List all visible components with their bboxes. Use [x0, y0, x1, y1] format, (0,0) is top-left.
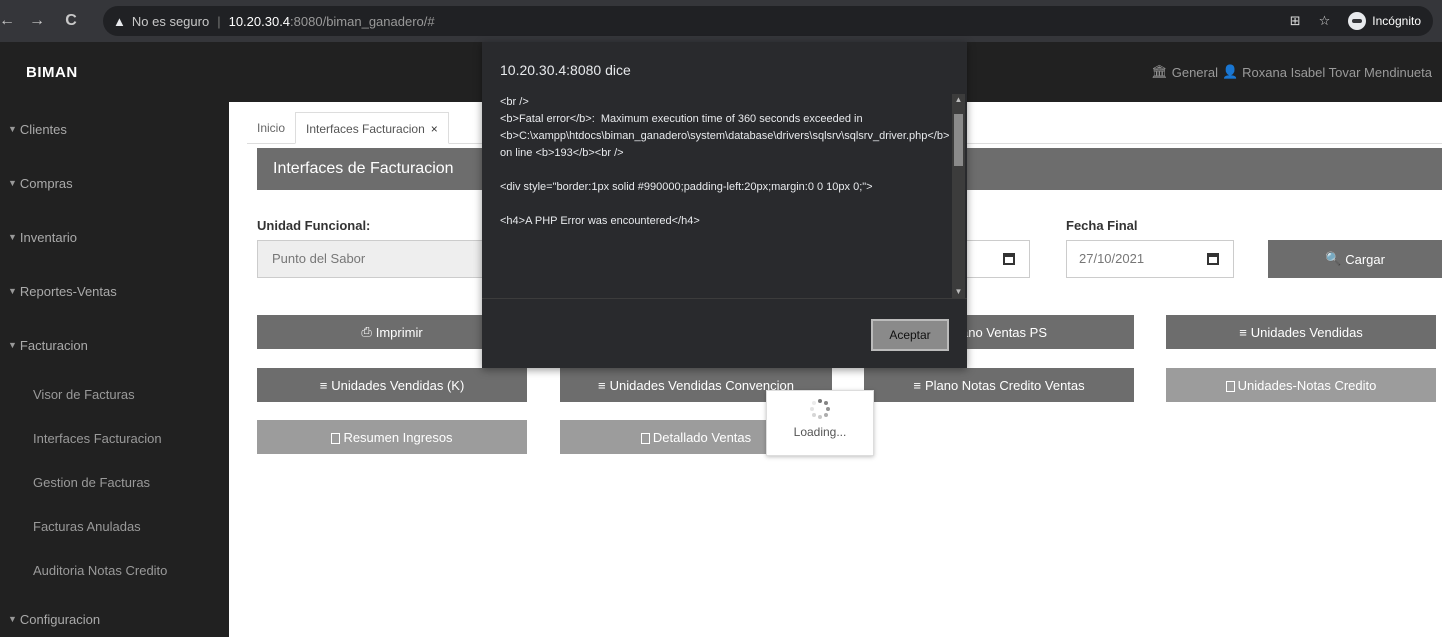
warning-icon: ▲	[113, 13, 126, 29]
sidebar-subitem-facturas-anuladas[interactable]: Facturas Anuladas	[0, 504, 229, 548]
list-icon: ≡	[913, 377, 921, 393]
calendar-icon[interactable]	[1003, 253, 1015, 265]
sidebar: ▼ Clientes ▼ Compras ▼ Inventario ▼ Reportes…	[0, 102, 229, 637]
resumen-ingresos-label: Resumen Ingresos	[343, 429, 453, 445]
caret-down-icon: ▼	[8, 232, 17, 242]
scrollbar-thumb[interactable]	[954, 114, 963, 166]
dialog-message-line: <br /> <b>Fatal error</b>: Maximum execu…	[500, 96, 950, 159]
plano-ventas-ps-label: ano Ventas PS	[960, 324, 1047, 340]
fecha-final-input[interactable]: 27/10/2021	[1066, 240, 1234, 278]
list-icon: ≡	[319, 377, 328, 393]
omnibox-actions: ⊞ ☆ Incógnito	[1290, 6, 1421, 36]
caret-down-icon: ▼	[8, 286, 17, 296]
sidebar-item-inventario[interactable]: ▼ Inventario	[0, 210, 229, 264]
dialog-message-line: <h4>A PHP Error was encountered</h4>	[500, 215, 700, 227]
incognito-label: Incógnito	[1372, 14, 1421, 28]
unidades-vendidas-k-button[interactable]: ≡ Unidades Vendidas (K)	[257, 368, 527, 402]
search-icon: 🔍	[1325, 251, 1342, 266]
sidebar-item-label: Clientes	[19, 121, 67, 137]
tab-inicio[interactable]: Inicio	[247, 112, 295, 143]
url-separator: |	[217, 13, 221, 29]
address-bar[interactable]: ▲ No es seguro | 10.20.30.4:8080/biman_g…	[103, 6, 1433, 36]
browser-toolbar: ← → C ▲ No es seguro | 10.20.30.4:8080/b…	[0, 0, 1442, 42]
dialog-scrollbar[interactable]: ▲ ▼	[952, 94, 965, 298]
sidebar-item-reportes-ventas[interactable]: ▼ Reportes-Ventas	[0, 264, 229, 318]
unidades-notas-credito-label: Unidades-Notas Credito	[1237, 377, 1377, 393]
unidad-funcional-label: Unidad Funcional:	[257, 218, 371, 233]
sidebar-subitem-gestion-facturas[interactable]: Gestion de Facturas	[0, 460, 229, 504]
loading-text: Loading...	[793, 425, 847, 439]
not-secure-label: No es seguro	[131, 13, 210, 29]
back-arrow-icon[interactable]: ←	[0, 12, 18, 30]
list-icon: ≡	[1239, 324, 1247, 340]
caret-down-icon: ▼	[8, 124, 17, 134]
incognito-icon	[1348, 12, 1367, 30]
bank-icon: 🏛	[1151, 64, 1168, 79]
aceptar-button[interactable]: Aceptar	[871, 319, 949, 351]
unidades-notas-credito-button[interactable]: Unidades-Notas Credito	[1166, 368, 1436, 402]
unidades-vendidas-k-label: Unidades Vendidas (K)	[331, 377, 465, 393]
unidades-vendidas-button[interactable]: ≡ Unidades Vendidas	[1166, 315, 1436, 349]
page-title: Interfaces de Facturacion	[273, 160, 454, 177]
sidebar-subitem-auditoria-notas[interactable]: Auditoria Notas Credito	[0, 548, 229, 592]
caret-down-icon: ▼	[8, 178, 17, 188]
spinner-icon	[810, 399, 830, 419]
cargar-button[interactable]: 🔍 Cargar	[1268, 240, 1442, 278]
unidad-funcional-select[interactable]: Punto del Sabor	[257, 240, 487, 278]
sidebar-item-compras[interactable]: ▼ Compras	[0, 156, 229, 210]
scroll-up-icon[interactable]: ▲	[952, 94, 965, 106]
fecha-final-value: 27/10/2021	[1079, 251, 1145, 266]
file-icon	[640, 432, 650, 444]
sidebar-item-label: Inventario	[19, 229, 78, 245]
caret-down-icon: ▼	[8, 614, 17, 624]
sidebar-item-label: Compras	[19, 175, 73, 191]
file-icon	[1225, 380, 1235, 392]
dialog-footer: Aceptar	[482, 298, 967, 368]
cargar-label: Cargar	[1345, 251, 1385, 267]
loading-indicator: Loading...	[766, 390, 874, 456]
translate-icon[interactable]: ⊞	[1290, 13, 1301, 29]
list-icon: ≡	[598, 377, 606, 393]
fecha-final-label: Fecha Final	[1066, 218, 1138, 233]
forward-arrow-icon[interactable]: →	[26, 12, 48, 30]
user-icon: 👤	[1221, 64, 1239, 79]
url-host: 10.20.30.4	[228, 13, 291, 29]
tab-label: Interfaces Facturacion	[306, 122, 425, 136]
sidebar-item-label: Facturacion	[19, 337, 88, 353]
resumen-ingresos-button[interactable]: Resumen Ingresos	[257, 420, 527, 454]
bookmark-star-icon[interactable]: ☆	[1319, 13, 1331, 29]
brand-logo[interactable]: BIMAN	[26, 64, 78, 81]
imprimir-label: Imprimir	[375, 324, 423, 340]
scroll-down-icon[interactable]: ▼	[952, 286, 965, 298]
reload-icon[interactable]: C	[60, 12, 82, 30]
sidebar-item-configuracion[interactable]: ▼ Configuracion	[0, 592, 229, 637]
calendar-icon[interactable]	[1207, 253, 1219, 265]
sidebar-item-clientes[interactable]: ▼ Clientes	[0, 102, 229, 156]
user-info[interactable]: 🏛 General 👤 Roxana Isabel Tovar Mendinue…	[1151, 42, 1432, 102]
sidebar-item-label: Configuracion	[19, 611, 101, 627]
close-icon[interactable]: ×	[431, 122, 438, 136]
plano-notas-credito-label: Plano Notas Credito Ventas	[924, 377, 1085, 393]
sidebar-item-label: Reportes-Ventas	[19, 283, 117, 299]
tab-interfaces-facturacion[interactable]: Interfaces Facturacion ×	[295, 112, 449, 144]
dialog-title: 10.20.30.4:8080 dice	[500, 62, 631, 78]
dialog-message: <br /> <b>Fatal error</b>: Maximum execu…	[500, 94, 952, 298]
plano-notas-credito-button[interactable]: ≡ Plano Notas Credito Ventas	[864, 368, 1134, 402]
caret-down-icon: ▼	[8, 340, 17, 350]
sidebar-item-facturacion[interactable]: ▼ Facturacion	[0, 318, 229, 372]
sidebar-subitem-interfaces-facturacion[interactable]: Interfaces Facturacion	[0, 416, 229, 460]
user-name: Roxana Isabel Tovar Mendinueta	[1242, 64, 1432, 80]
detallado-ventas-label: Detallado Ventas	[652, 429, 752, 445]
dialog-message-line: <div style="border:1px solid #990000;pad…	[500, 181, 873, 193]
incognito-badge[interactable]: Incógnito	[1348, 12, 1421, 30]
url-path: :8080/biman_ganadero/#	[290, 13, 435, 29]
user-branch: General	[1171, 64, 1218, 80]
unidades-vendidas-label: Unidades Vendidas	[1250, 324, 1363, 340]
file-icon	[331, 432, 341, 444]
print-icon: ⎙	[361, 324, 372, 339]
sidebar-subitem-visor-facturas[interactable]: Visor de Facturas	[0, 372, 229, 416]
